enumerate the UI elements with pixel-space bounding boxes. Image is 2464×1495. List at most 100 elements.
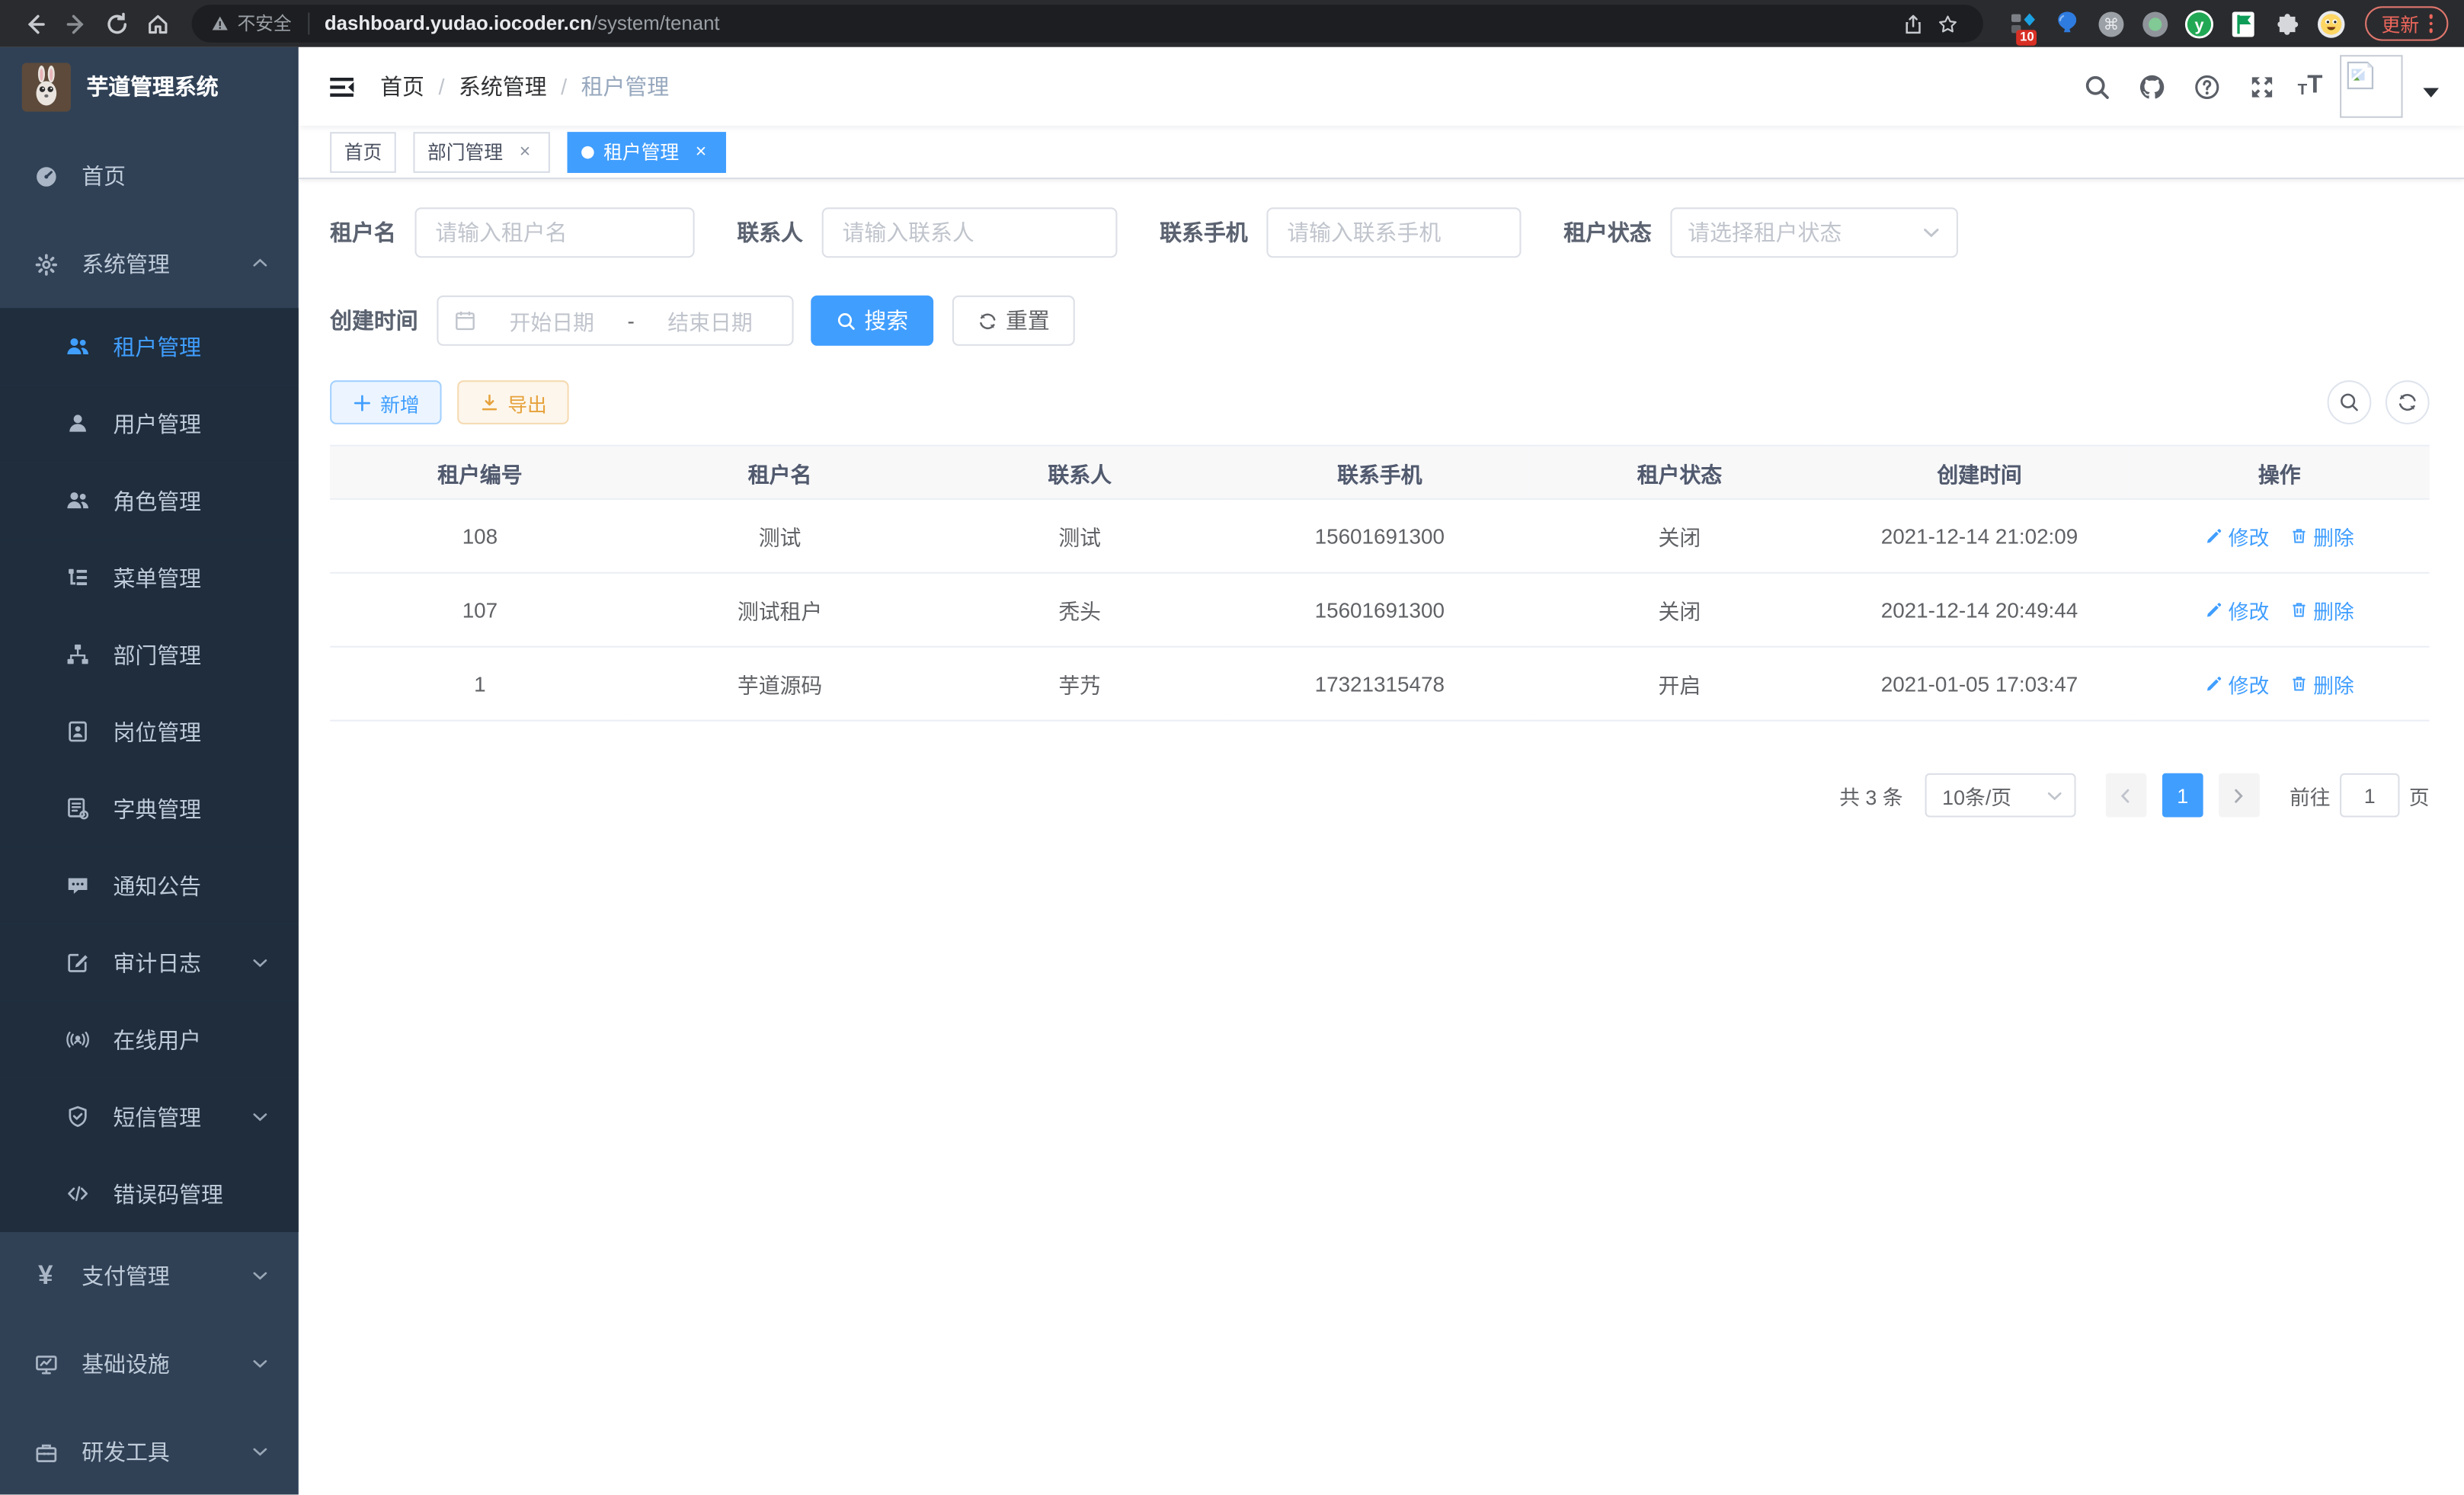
sidebar-item-system[interactable]: 系统管理 <box>0 220 299 309</box>
browser-home-button[interactable] <box>139 5 177 43</box>
extension-flag-icon[interactable] <box>2229 8 2259 38</box>
edit-link[interactable]: 修改 <box>2205 521 2270 551</box>
tab-label: 首页 <box>344 139 382 165</box>
svg-text:y: y <box>2195 14 2204 34</box>
tab-tenant[interactable]: 租户管理 × <box>568 131 726 172</box>
page-content: 租户名 联系人 联系手机 租户状态 请选择租户状态 <box>299 179 2464 1494</box>
cell-tenant-name: 测试租户 <box>630 573 930 647</box>
breadcrumb-home[interactable]: 首页 <box>380 71 424 102</box>
sidebar-collapse-button[interactable] <box>324 69 358 104</box>
contact-input[interactable] <box>822 207 1118 258</box>
status-select[interactable]: 请选择租户状态 <box>1670 207 1957 258</box>
export-button[interactable]: 导出 <box>457 380 568 424</box>
browser-back-button[interactable] <box>16 5 54 43</box>
edit-link[interactable]: 修改 <box>2205 595 2270 625</box>
home-icon <box>146 11 169 35</box>
extension-record-icon[interactable] <box>2141 8 2171 38</box>
browser-menu-icon[interactable] <box>2429 14 2433 33</box>
font-size-button[interactable]: TT <box>2298 74 2323 99</box>
sidebar-item-user[interactable]: 用户管理 <box>0 385 299 462</box>
sidebar-item-infrastructure[interactable]: 基础设施 <box>0 1321 299 1409</box>
search-button[interactable]: 搜索 <box>811 296 933 346</box>
reset-button-label: 重置 <box>1006 305 1050 336</box>
delete-link[interactable]: 删除 <box>2290 595 2354 625</box>
monitor-icon <box>33 1352 58 1377</box>
sidebar-item-post[interactable]: 岗位管理 <box>0 693 299 770</box>
sidebar-item-dict[interactable]: 字典管理 <box>0 770 299 847</box>
add-button[interactable]: 新增 <box>330 380 441 424</box>
extension-smiley-icon[interactable] <box>2317 8 2347 38</box>
prev-page-button[interactable] <box>2106 773 2147 818</box>
plus-icon <box>352 392 373 413</box>
sidebar-item-home[interactable]: 首页 <box>0 132 299 220</box>
edit-link[interactable]: 修改 <box>2205 669 2270 699</box>
breadcrumb-system[interactable]: 系统管理 <box>459 71 547 102</box>
cell-mobile: 17321315478 <box>1230 647 1530 721</box>
sidebar-item-online-users[interactable]: 在线用户 <box>0 1001 299 1078</box>
col-actions: 操作 <box>2130 446 2430 499</box>
sidebar-item-tenant[interactable]: 租户管理 <box>0 308 299 385</box>
browser-update-button[interactable]: 更新 <box>2366 6 2448 40</box>
browser-reload-button[interactable] <box>98 5 136 43</box>
share-button[interactable] <box>1896 6 1930 40</box>
help-button[interactable] <box>2187 68 2226 106</box>
search-icon <box>2083 73 2110 100</box>
table-row: 107测试租户秃头15601691300关闭2021-12-14 20:49:4… <box>330 573 2430 647</box>
sidebar-item-menu[interactable]: 菜单管理 <box>0 539 299 616</box>
chevron-down-icon <box>251 1439 269 1465</box>
toggle-search-button[interactable] <box>2328 380 2372 424</box>
address-bar[interactable]: 不安全 dashboard.yudao.iocoder.cn/system/te… <box>192 5 1984 43</box>
user-avatar[interactable] <box>2340 55 2403 118</box>
breadcrumb: 首页 / 系统管理 / 租户管理 <box>380 71 669 102</box>
toolbox-icon <box>33 1439 58 1465</box>
status-label: 租户状态 <box>1563 217 1652 248</box>
sidebar-item-label: 在线用户 <box>114 1024 202 1055</box>
extensions-puzzle-icon[interactable] <box>2273 8 2302 38</box>
fullscreen-button[interactable] <box>2242 68 2280 106</box>
chevron-up-icon <box>251 251 269 277</box>
github-icon <box>2138 73 2165 100</box>
sidebar-item-dev-tools[interactable]: 研发工具 <box>0 1408 299 1494</box>
refresh-table-button[interactable] <box>2386 380 2430 424</box>
sidebar-item-sms[interactable]: 短信管理 <box>0 1078 299 1155</box>
sidebar: 芋道管理系统 首页 系统管理 租户管理 用户管理 <box>0 47 299 1495</box>
avatar-caret-icon[interactable] <box>2423 88 2439 98</box>
sidebar-item-error-code[interactable]: 错误码管理 <box>0 1155 299 1232</box>
sidebar-item-notice[interactable]: 通知公告 <box>0 847 299 924</box>
delete-link[interactable]: 删除 <box>2290 669 2354 699</box>
sidebar-item-role[interactable]: 角色管理 <box>0 462 299 539</box>
sidebar-item-payment[interactable]: ¥ 支付管理 <box>0 1232 299 1321</box>
extension-balloon-icon[interactable] <box>2053 8 2083 38</box>
fullscreen-icon <box>2248 73 2275 100</box>
extension-tabs-icon[interactable]: 10 <box>2009 8 2039 38</box>
add-button-label: 新增 <box>380 387 420 417</box>
mobile-input[interactable] <box>1266 207 1521 258</box>
tenant-name-input[interactable] <box>415 207 695 258</box>
page-size-select[interactable]: 10条/页 <box>1925 773 2075 818</box>
cell-actions: 修改删除 <box>2130 573 2430 647</box>
bookmark-button[interactable] <box>1931 6 1965 40</box>
github-link[interactable] <box>2133 68 2171 106</box>
col-mobile: 联系手机 <box>1230 446 1530 499</box>
create-time-range-picker[interactable]: 开始日期 - 结束日期 <box>437 296 793 346</box>
goto-page-input[interactable] <box>2340 773 2399 818</box>
header-search-button[interactable] <box>2078 68 2116 106</box>
dictionary-icon <box>65 796 90 821</box>
sidebar-item-dept[interactable]: 部门管理 <box>0 616 299 693</box>
tab-dept[interactable]: 部门管理 × <box>413 131 549 172</box>
cell-tenant-id: 107 <box>330 573 630 647</box>
next-page-button[interactable] <box>2219 773 2260 818</box>
browser-forward-button[interactable] <box>56 5 94 43</box>
delete-link[interactable]: 删除 <box>2290 521 2354 551</box>
tab-close-icon[interactable]: × <box>690 141 712 163</box>
extension-command-icon[interactable]: ⌘ <box>2097 8 2126 38</box>
tab-close-icon[interactable]: × <box>514 141 536 163</box>
reset-button[interactable]: 重置 <box>952 296 1075 346</box>
sidebar-logo[interactable]: 芋道管理系统 <box>0 47 299 126</box>
security-indicator[interactable]: 不安全 <box>210 11 291 36</box>
page-number-button[interactable]: 1 <box>2162 773 2203 818</box>
tab-home[interactable]: 首页 <box>330 131 396 172</box>
extension-y-icon[interactable]: y <box>2185 8 2215 38</box>
sidebar-item-audit-log[interactable]: 审计日志 <box>0 924 299 1001</box>
breadcrumb-current: 租户管理 <box>581 71 670 102</box>
